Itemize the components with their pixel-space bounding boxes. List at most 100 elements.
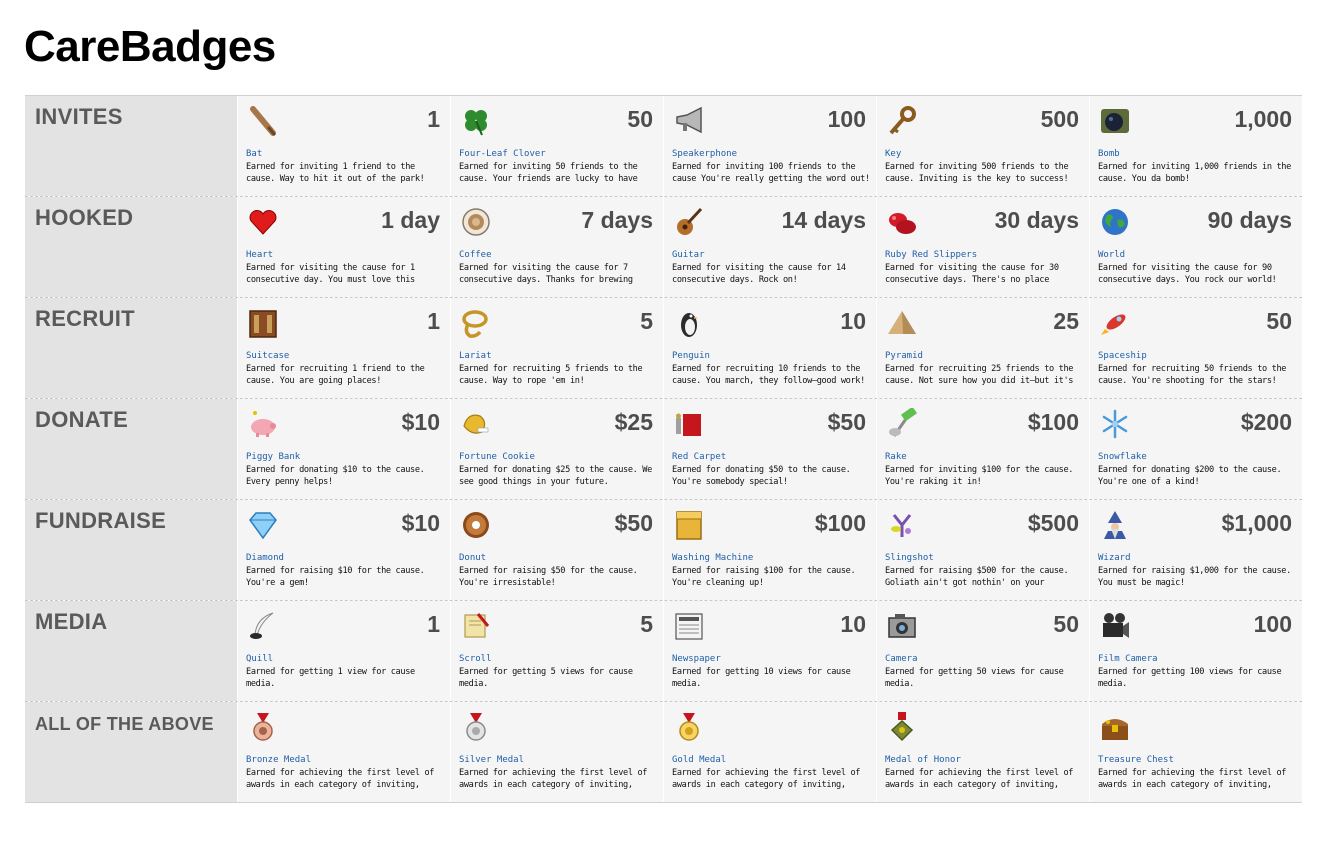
badge-card[interactable]: 1 Bat Earned for inviting 1 friend to the … [237, 96, 450, 196]
badge-threshold: 500 [1040, 106, 1079, 132]
badge-name-link[interactable]: Coffee [459, 250, 657, 260]
badge-threshold: 5 [640, 611, 653, 637]
badge-card[interactable]: Silver Medal Earned for achieving the fir… [450, 702, 663, 802]
badge-name-link[interactable]: Treasure Chest [1098, 755, 1296, 765]
badge-name-link[interactable]: Heart [246, 250, 444, 260]
badge-description: Earned for getting 1 view for cause medi… [246, 667, 415, 689]
badge-card[interactable]: 10 Newspaper Earned for getting 10 views f… [663, 601, 876, 701]
badge-card[interactable]: 50 Camera Earned for getting 50 views for … [876, 601, 1089, 701]
badge-name-link[interactable]: Red Carpet [672, 452, 870, 462]
badge-name-link[interactable]: Quill [246, 654, 444, 664]
badge-name-link[interactable]: Penguin [672, 351, 870, 361]
badge-card[interactable]: 10 Penguin Earned for recruiting 10 friend… [663, 298, 876, 398]
badge-name-link[interactable]: Slingshot [885, 553, 1083, 563]
badge-card[interactable]: $50 Donut Earned for raising $50 for the c… [450, 500, 663, 600]
badge-card[interactable]: Medal of Honor Earned for achieving the f… [876, 702, 1089, 802]
badge-name-link[interactable]: Medal of Honor [885, 755, 1083, 765]
badge-row-hooked: HOOKED 1 day Heart Earned for visiting the … [25, 197, 1302, 298]
badge-name-link[interactable]: Guitar [672, 250, 870, 260]
badge-name-link[interactable]: Piggy Bank [246, 452, 444, 462]
suitcase-icon [246, 306, 280, 340]
badge-card[interactable]: Treasure Chest Earned for achieving the f… [1089, 702, 1302, 802]
badge-card[interactable]: 100 Film Camera Earned for getting 100 vie… [1089, 601, 1302, 701]
badge-card[interactable]: $50 Red Carpet Earned for donating $50 to … [663, 399, 876, 499]
badge-description: Earned for visiting the cause for 1 cons… [246, 263, 415, 285]
badge-row-all-of-the-above: ALL OF THE ABOVE Bronze Medal Earned for a… [25, 702, 1302, 803]
silver-medal-icon [459, 710, 493, 744]
badge-card[interactable]: $200 Snowflake Earned for donating $200 to… [1089, 399, 1302, 499]
badge-name-link[interactable]: Camera [885, 654, 1083, 664]
badge-description: Earned for visiting the cause for 7 cons… [459, 263, 633, 285]
badge-name-link[interactable]: Newspaper [672, 654, 870, 664]
badge-name-link[interactable]: Ruby Red Slippers [885, 250, 1083, 260]
badge-card[interactable]: 90 days World Earned for visiting the caus… [1089, 197, 1302, 297]
badge-name-link[interactable]: Pyramid [885, 351, 1083, 361]
badge-card[interactable]: 1 day Heart Earned for visiting the cause … [237, 197, 450, 297]
badge-name-link[interactable]: Silver Medal [459, 755, 657, 765]
badge-card[interactable]: 1 Suitcase Earned for recruiting 1 friend … [237, 298, 450, 398]
scroll-icon [459, 609, 493, 643]
badge-description: Earned for recruiting 50 friends to the … [1098, 364, 1287, 386]
badge-name-link[interactable]: Gold Medal [672, 755, 870, 765]
clover-icon [459, 104, 493, 138]
badge-name-link[interactable]: Snowflake [1098, 452, 1296, 462]
badge-card[interactable]: $10 Diamond Earned for raising $10 for the… [237, 500, 450, 600]
badge-card[interactable]: 30 days Ruby Red Slippers Earned for visit… [876, 197, 1089, 297]
badge-name-link[interactable]: Rake [885, 452, 1083, 462]
badge-card[interactable]: 1 Quill Earned for getting 1 view for caus… [237, 601, 450, 701]
badge-card[interactable]: 14 days Guitar Earned for visiting the cau… [663, 197, 876, 297]
badge-card[interactable]: $1,000 Wizard Earned for raising $1,000 fo… [1089, 500, 1302, 600]
badge-name-link[interactable]: Speakerphone [672, 149, 870, 159]
badge-description: Earned for achieving the first level of … [246, 768, 435, 790]
badge-card[interactable]: 25 Pyramid Earned for recruiting 25 friend… [876, 298, 1089, 398]
badge-card[interactable]: 500 Key Earned for inviting 500 friends to… [876, 96, 1089, 196]
badge-threshold: 5 [640, 308, 653, 334]
badge-name-link[interactable]: Lariat [459, 351, 657, 361]
badge-card[interactable]: Gold Medal Earned for achieving the first… [663, 702, 876, 802]
snowflake-icon [1098, 407, 1132, 441]
badge-card[interactable]: 7 days Coffee Earned for visiting the caus… [450, 197, 663, 297]
badge-card[interactable]: 50 Spaceship Earned for recruiting 50 frie… [1089, 298, 1302, 398]
badge-card[interactable]: $25 Fortune Cookie Earned for donating $25… [450, 399, 663, 499]
badge-description: Earned for visiting the cause for 14 con… [672, 263, 846, 285]
bomb-icon [1098, 104, 1132, 138]
badge-threshold: 100 [827, 106, 866, 132]
badge-card[interactable]: $100 Rake Earned for inviting $100 for the… [876, 399, 1089, 499]
diamond-icon [246, 508, 280, 542]
badge-threshold: $200 [1240, 409, 1292, 435]
badge-card[interactable]: $100 Washing Machine Earned for raising $1… [663, 500, 876, 600]
badge-row-recruit: RECRUIT 1 Suitcase Earned for recruiting 1 … [25, 298, 1302, 399]
badge-card[interactable]: 50 Four-Leaf Clover Earned for inviting 50… [450, 96, 663, 196]
badge-card[interactable]: 100 Speakerphone Earned for inviting 100 f… [663, 96, 876, 196]
badge-name-link[interactable]: Four-Leaf Clover [459, 149, 657, 159]
badge-name-link[interactable]: World [1098, 250, 1296, 260]
badge-card[interactable]: $500 Slingshot Earned for raising $500 for… [876, 500, 1089, 600]
badge-description: Earned for visiting the cause for 30 con… [885, 263, 1059, 285]
badges-table: INVITES 1 Bat Earned for inviting 1 friend … [25, 95, 1302, 803]
badge-name-link[interactable]: Diamond [246, 553, 444, 563]
badge-name-link[interactable]: Fortune Cookie [459, 452, 657, 462]
badge-name-link[interactable]: Suitcase [246, 351, 444, 361]
badge-name-link[interactable]: Donut [459, 553, 657, 563]
badge-name-link[interactable]: Wizard [1098, 553, 1296, 563]
badge-card[interactable]: $10 Piggy Bank Earned for donating $10 to … [237, 399, 450, 499]
badge-card[interactable]: 5 Lariat Earned for recruiting 5 friends t… [450, 298, 663, 398]
badge-name-link[interactable]: Key [885, 149, 1083, 159]
badge-name-link[interactable]: Scroll [459, 654, 657, 664]
badge-description: Earned for inviting 1,000 friends in the… [1098, 162, 1291, 184]
donut-icon [459, 508, 493, 542]
camera-icon [885, 609, 919, 643]
badge-card[interactable]: 5 Scroll Earned for getting 5 views for ca… [450, 601, 663, 701]
badge-name-link[interactable]: Bat [246, 149, 444, 159]
badge-card[interactable]: Bronze Medal Earned for achieving the fir… [237, 702, 450, 802]
badge-description: Earned for achieving the first level of … [885, 768, 1074, 790]
badge-name-link[interactable]: Film Camera [1098, 654, 1296, 664]
category-label: MEDIA [25, 601, 237, 701]
badge-name-link[interactable]: Bomb [1098, 149, 1296, 159]
badge-name-link[interactable]: Bronze Medal [246, 755, 444, 765]
badge-threshold: 7 days [581, 207, 653, 233]
badge-threshold: 1 day [381, 207, 440, 233]
badge-card[interactable]: 1,000 Bomb Earned for inviting 1,000 frien… [1089, 96, 1302, 196]
badge-name-link[interactable]: Washing Machine [672, 553, 870, 563]
badge-name-link[interactable]: Spaceship [1098, 351, 1296, 361]
